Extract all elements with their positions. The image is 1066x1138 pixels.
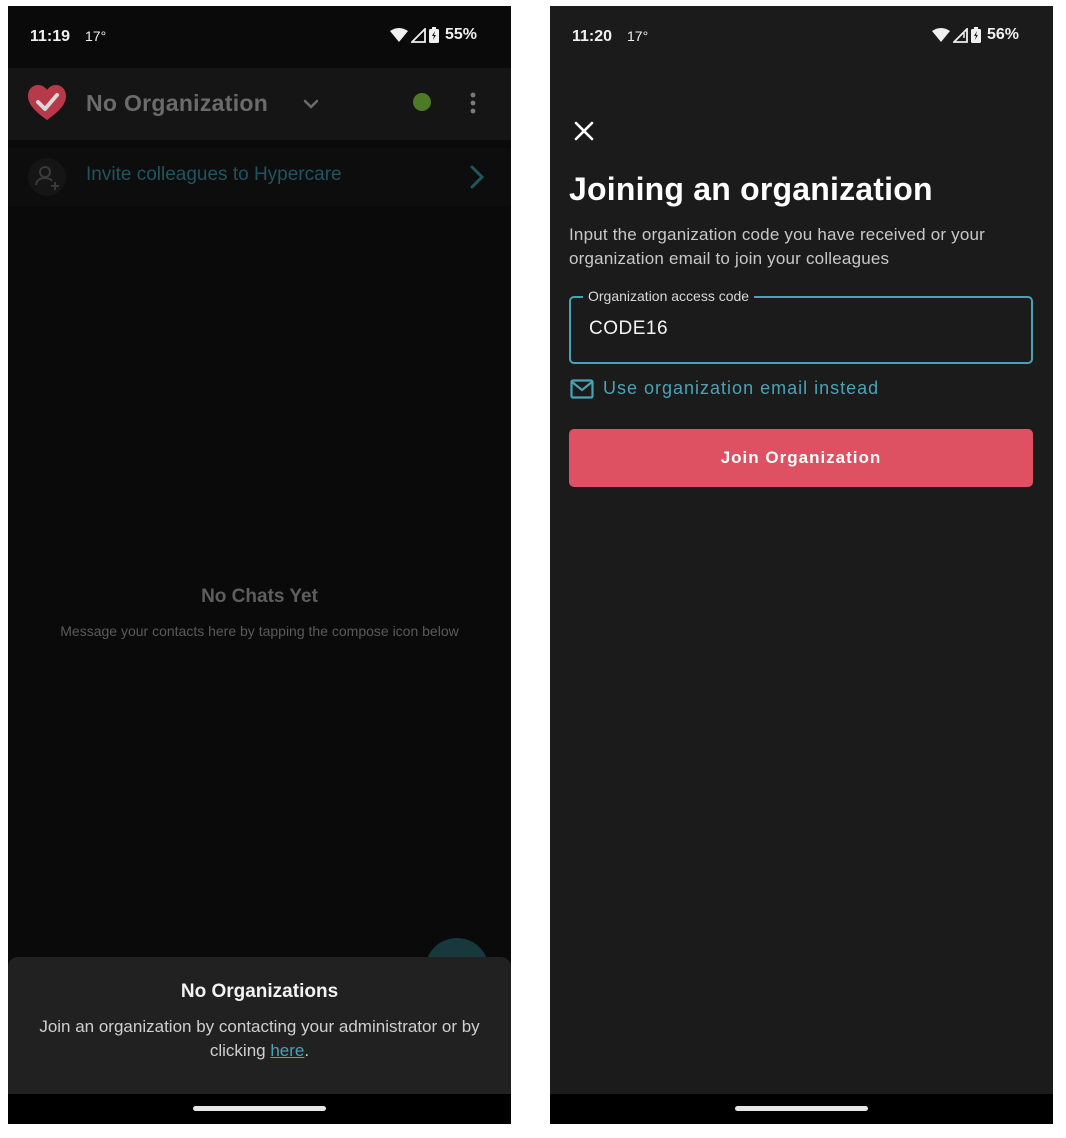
no-organizations-sheet: No Organizations Join an organization by…	[8, 957, 511, 1094]
here-link[interactable]: here	[270, 1041, 304, 1060]
status-time: 11:20	[572, 28, 613, 45]
battery-percent: 55%	[444, 26, 477, 43]
system-nav-bar	[8, 1094, 511, 1124]
empty-state-title: No Chats Yet	[201, 586, 318, 607]
access-code-field[interactable]: Organization access code	[569, 288, 1033, 364]
sheet-title: No Organizations	[180, 981, 339, 1002]
app-bar: No Organization	[8, 68, 511, 140]
home-indicator[interactable]	[193, 1106, 326, 1111]
home-indicator[interactable]	[735, 1106, 868, 1111]
invite-label: Invite colleagues to Hypercare	[86, 164, 342, 185]
chevron-right-icon	[470, 165, 485, 189]
wifi-icon	[389, 28, 408, 42]
use-email-label: Use organization email instead	[603, 378, 880, 398]
signal-icon	[952, 27, 968, 43]
heart-check-logo-icon	[28, 85, 66, 120]
org-title[interactable]: No Organization	[86, 90, 268, 117]
battery-icon	[970, 27, 981, 43]
status-time: 11:19	[30, 28, 71, 45]
sheet-message: Join an organization by contacting your …	[28, 1015, 491, 1063]
wifi-icon	[931, 28, 950, 42]
status-dot-icon[interactable]	[413, 93, 431, 111]
status-icons: 56%	[931, 26, 1019, 44]
page-subtitle: Input the organization code you have rec…	[569, 225, 986, 268]
status-icons: 55%	[389, 26, 477, 44]
status-bar: 11:19 17° 55%	[8, 6, 511, 66]
close-icon[interactable]	[572, 119, 596, 143]
add-person-icon	[28, 158, 66, 196]
access-code-input[interactable]	[589, 318, 1009, 340]
use-email-option[interactable]: Use organization email instead	[570, 378, 879, 399]
battery-percent: 56%	[986, 26, 1019, 43]
more-vert-icon[interactable]	[468, 92, 478, 114]
join-organization-button[interactable]: Join Organization	[569, 429, 1033, 487]
sheet-message-end: .	[304, 1041, 310, 1060]
signal-icon	[410, 27, 426, 43]
battery-icon	[428, 27, 439, 43]
chevron-down-icon[interactable]	[300, 93, 322, 115]
chat-list-screen: 11:19 17° 55% No Organization Invite col…	[8, 6, 511, 1124]
invite-colleagues-banner[interactable]: Invite colleagues to Hypercare	[8, 148, 511, 206]
mail-icon	[570, 378, 594, 399]
system-nav-bar	[550, 1094, 1053, 1124]
sheet-message-text: Join an organization by contacting your …	[39, 1017, 480, 1060]
page-title: Joining an organization	[569, 171, 933, 207]
join-organization-screen: 11:20 17° 56% Joining an organization In…	[550, 6, 1053, 1124]
status-bar: 11:20 17° 56%	[550, 6, 1053, 66]
access-code-label: Organization access code	[583, 288, 755, 304]
empty-state-message: Message your contacts here by tapping th…	[60, 623, 459, 639]
status-temperature: 17°	[627, 28, 649, 44]
status-temperature: 17°	[85, 28, 107, 44]
